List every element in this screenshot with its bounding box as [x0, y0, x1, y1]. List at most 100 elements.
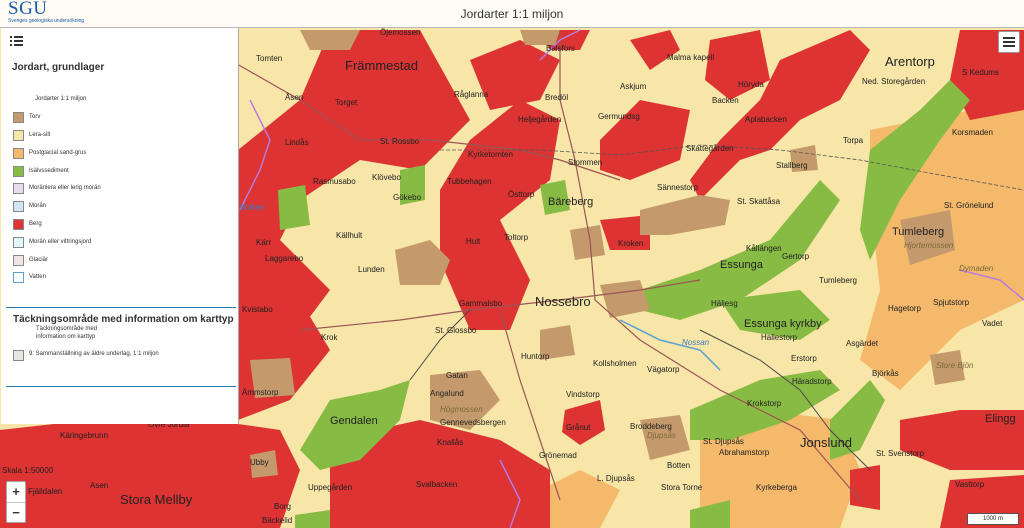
legend-swatch [13, 350, 24, 361]
legend-label: Berg [29, 221, 42, 227]
place-label: Gennevedsbergen [440, 418, 506, 427]
place-label: Toltorp [504, 233, 529, 242]
place-label: Östtorp [508, 190, 535, 199]
legend-swatch [13, 130, 24, 141]
place-label: Nossebro [535, 294, 591, 309]
place-label: Kållängen [746, 244, 782, 253]
place-label: Elingg [985, 413, 1016, 425]
place-label: Hjortemossen [904, 241, 954, 250]
place-label: Kyrketomten [468, 150, 513, 159]
place-label: Hult [466, 237, 481, 246]
hamburger-icon [1003, 41, 1015, 43]
place-label: Backen [712, 96, 739, 105]
page-title: Jordarter 1:1 miljon [460, 7, 564, 21]
glaciofluvial-area [278, 185, 310, 230]
legend-swatch [13, 148, 24, 159]
legend-swatch [13, 166, 24, 177]
peat-area [570, 225, 605, 260]
place-label: Spjutstorp [933, 298, 970, 307]
legend-label: Morän [29, 203, 47, 209]
place-label: Råglanna [454, 90, 489, 99]
legend-swatch [13, 255, 24, 266]
zoom-out-button[interactable]: − [7, 502, 25, 522]
place-label: Häljesg [711, 299, 738, 308]
hamburger-icon [1003, 37, 1015, 39]
place-label: Björkås [872, 369, 899, 378]
place-label: Lindås [285, 138, 309, 147]
legend-label: Postglacial sand-grus [29, 150, 87, 156]
place-label: Bredöl [545, 93, 569, 102]
place-label: Broddeberg [630, 422, 672, 431]
legend-label: Moränlera eller lerig morän [29, 185, 101, 191]
place-label: Hallestorp [761, 333, 798, 342]
place-label: Ämmstorp [242, 388, 279, 397]
place-label: Germundsg [598, 112, 640, 121]
place-label: Malma kapell [667, 53, 715, 62]
place-label: Svalbacken [416, 480, 458, 489]
place-label: Gammalsbo [459, 299, 503, 308]
legend-label: Lera-silt [29, 132, 51, 138]
place-label: Essunga kyrkby [744, 318, 822, 330]
place-label: Abrahamstorp [719, 448, 770, 457]
place-label: Källhult [336, 231, 363, 240]
legend-sublayer: Jordarter 1:1 miljon [35, 96, 87, 102]
place-label: Grönemad [539, 451, 577, 460]
place-label: Häradstorp [792, 377, 832, 386]
place-label: Tomten [256, 54, 283, 63]
hamburger-icon [1003, 45, 1015, 47]
place-label: Gendalen [330, 415, 378, 427]
legend-swatch [13, 183, 24, 194]
place-label: Tubbehagen [447, 177, 492, 186]
legend-panel: Jordart, grundlager Jordarter 1:1 miljon… [1, 28, 239, 424]
place-label: Höryda [738, 80, 764, 89]
legend-item: Lera-silt [13, 130, 233, 142]
scale-text: Skala 1:50000 [2, 466, 54, 475]
place-label: Hagetorp [888, 304, 921, 313]
place-label: Rasmusabo [313, 177, 356, 186]
place-label: Lunden [358, 265, 385, 274]
place-label: Tumleberg [819, 276, 857, 285]
place-label: Stora Torne [661, 483, 703, 492]
legend-label: Morän eller vittringsjord [29, 239, 92, 245]
legend-label: Vatten [29, 274, 46, 280]
place-label: Kvistabo [242, 305, 273, 314]
zoom-in-button[interactable]: + [7, 482, 25, 501]
place-label: Bäckelid [262, 516, 293, 525]
place-label: Askjum [620, 82, 647, 91]
place-label: Bölken [240, 203, 265, 212]
place-label: Kärr [256, 238, 272, 247]
menu-button[interactable] [998, 31, 1020, 53]
legend-label: Glaciär [29, 257, 49, 263]
legend-item: Torv [13, 112, 233, 124]
place-label: Grånut [566, 423, 591, 432]
place-label: Fjälldalen [28, 487, 63, 496]
legend-item: Morän [13, 201, 233, 213]
place-label: Stora Mellby [120, 492, 193, 507]
place-label: Heljegården [518, 115, 562, 124]
place-label: Tumleberg [892, 226, 945, 238]
place-label: Laggarebo [265, 254, 304, 263]
legend-swatch [13, 237, 24, 248]
place-label: Skattegården [686, 144, 734, 153]
place-label: Käringebrunn [60, 431, 109, 440]
place-label: Gökebo [393, 193, 422, 202]
coverage-sublayer: Täckningsområde med information om kartt… [36, 326, 98, 340]
legend-item: Moränlera eller lerig morän [13, 183, 233, 195]
place-label: Stallberg [776, 161, 808, 170]
place-label: St. Djupsås [703, 437, 744, 446]
place-label: Öjemossen [380, 28, 421, 37]
legend-label: Isälvssediment [29, 168, 69, 174]
legend-label: Torv [29, 114, 41, 120]
place-label: Aplabacken [745, 115, 787, 124]
place-label: St. Skattåsa [737, 197, 781, 206]
place-label: Stommen [568, 158, 603, 167]
legend-divider [6, 386, 236, 387]
place-label: Ned. Storegården [862, 77, 926, 86]
place-label: Jonslund [800, 435, 853, 450]
place-label: Borg [274, 502, 291, 511]
peat-area [300, 30, 360, 50]
legend-list-button[interactable] [10, 35, 28, 49]
place-label: Vadet [982, 319, 1003, 328]
place-label: Angalund [430, 389, 464, 398]
place-label: Krok [321, 333, 338, 342]
